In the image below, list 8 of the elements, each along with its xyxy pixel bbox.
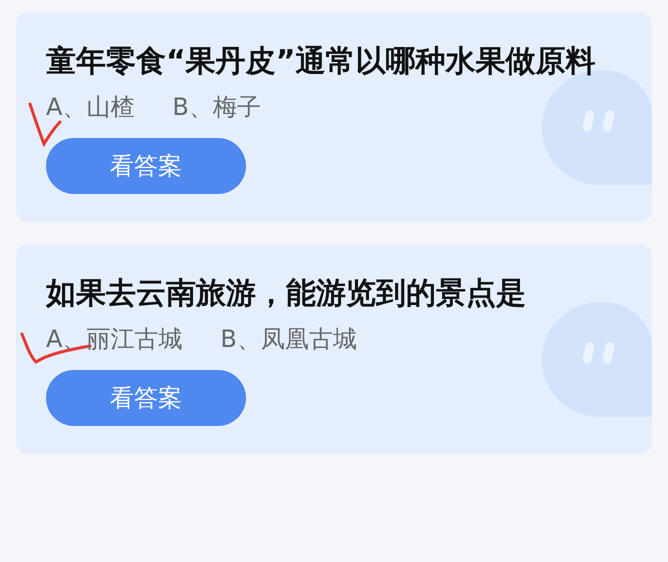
- answer-option: B、梅子: [172, 93, 261, 121]
- answer-option: A、山楂: [46, 93, 134, 121]
- answer-option: A、丽江古城: [46, 325, 182, 353]
- question-title: 如果去云南旅游，能游览到的景点是: [46, 275, 527, 313]
- show-answer-button[interactable]: 看答案: [46, 370, 246, 426]
- answer-option: B、凤凰古城: [220, 325, 357, 353]
- show-answer-button[interactable]: 看答案: [46, 138, 246, 194]
- question-title: 童年零食“果丹皮”通常以哪种水果做原料: [46, 43, 596, 81]
